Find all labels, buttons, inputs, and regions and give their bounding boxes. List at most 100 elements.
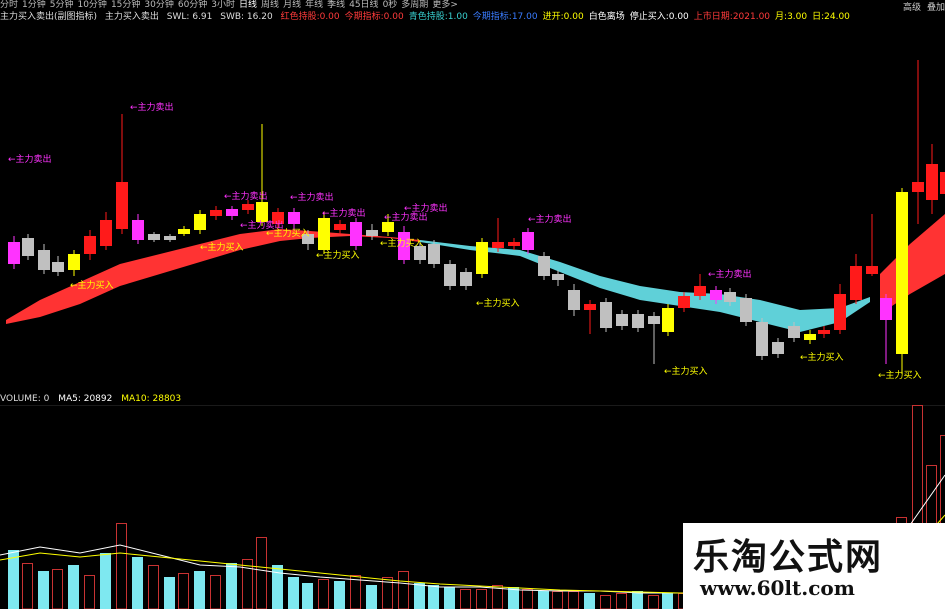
indicator-value: 日:24.00 <box>812 12 850 22</box>
candle <box>460 268 472 290</box>
volume-bar <box>522 589 533 609</box>
indicator-name[interactable]: 主力买入卖出(副图指标) <box>0 12 97 22</box>
volume-bar <box>178 573 189 609</box>
sell-signal-label: ←主力卖出 <box>528 213 572 225</box>
candle-body <box>880 298 892 320</box>
volume-bar <box>8 550 19 609</box>
period-tab[interactable]: 更多> <box>432 0 458 10</box>
candle <box>38 244 50 274</box>
candle-body <box>710 290 722 300</box>
buy-signal-label: ←主力买入 <box>664 365 708 377</box>
candle-body <box>912 182 924 192</box>
buy-signal-label: ←主力买入 <box>878 369 922 381</box>
candle-body <box>662 308 674 332</box>
volume-bar <box>38 571 49 609</box>
candle <box>226 206 238 220</box>
period-tab[interactable]: 1分钟 <box>22 0 46 10</box>
candle <box>132 214 144 244</box>
indicator-value: 停止买入:0.00 <box>629 12 689 22</box>
sell-signal-label: ←主力卖出 <box>290 191 334 203</box>
candle-body <box>818 330 830 334</box>
volume-bar <box>226 563 237 609</box>
candle <box>148 232 160 242</box>
candle-body <box>538 256 550 276</box>
candle-body <box>210 210 222 216</box>
volume-bar <box>584 593 595 609</box>
candle <box>116 114 128 234</box>
candle <box>52 256 64 276</box>
volume-bar <box>132 557 143 609</box>
volume-bar <box>52 569 63 609</box>
volume-label[interactable]: VOLUME: 0 <box>0 394 49 404</box>
volume-bar <box>552 591 563 609</box>
candle-body <box>22 238 34 256</box>
candle-body <box>678 296 690 308</box>
volume-info-bar: VOLUME: 0 MA5: 20892 MA10: 28803 <box>0 393 945 405</box>
sell-signal-label: ←主力卖出 <box>130 101 174 113</box>
period-tab[interactable]: 周线 <box>261 0 279 10</box>
watermark-title: 乐淘公式网 <box>693 536 884 578</box>
candle <box>616 310 628 330</box>
candle-body <box>382 222 394 232</box>
buy-signal-label: ←主力买入 <box>70 279 114 291</box>
candle-body <box>940 172 945 194</box>
indicator-value: 白色离场 <box>588 12 625 22</box>
candle-body <box>242 204 254 210</box>
period-tab[interactable]: 45日线 <box>349 0 378 10</box>
volume-bar <box>100 553 111 609</box>
candle <box>8 236 20 269</box>
buy-signal-label: ←主力买入 <box>200 241 244 253</box>
candle <box>756 318 768 360</box>
volume-bar <box>148 565 159 609</box>
candle-body <box>568 290 580 310</box>
indicator-value: 今期指标:0.00 <box>344 12 404 22</box>
candle <box>68 250 80 276</box>
period-tab[interactable]: 0秒 <box>383 0 398 10</box>
period-tab[interactable]: 日线 <box>239 0 257 10</box>
volume-bar <box>68 565 79 609</box>
candle <box>632 310 644 332</box>
indicator-value: 上市日期:2021.00 <box>693 12 771 22</box>
candle <box>522 228 534 254</box>
candle-body <box>648 316 660 324</box>
volume-bar <box>568 591 579 609</box>
candle <box>772 338 784 358</box>
candle-body <box>632 314 644 328</box>
volume-bar <box>210 575 221 609</box>
volume-bar <box>366 585 377 609</box>
candle <box>428 240 440 268</box>
candle <box>600 298 612 332</box>
period-tab[interactable]: 年线 <box>305 0 323 10</box>
candle <box>538 252 550 280</box>
formula-name[interactable]: 主力买入卖出 <box>105 12 159 22</box>
candle-body <box>492 242 504 248</box>
period-tab[interactable]: 3小时 <box>211 0 235 10</box>
period-tab[interactable]: 10分钟 <box>77 0 106 10</box>
candlestick-chart[interactable]: ←主力卖出 ←主力卖出 ←主力卖出 ←主力卖出 ←主力卖出 ←主力卖出 ←主力卖出 ←主力卖出… <box>0 24 945 392</box>
sell-signal-label: ←主力卖出 <box>708 268 752 280</box>
period-tab[interactable]: 60分钟 <box>178 0 207 10</box>
ma10-label: MA10: 28803 <box>121 394 182 404</box>
period-tab[interactable]: 5分钟 <box>50 0 74 10</box>
period-tab[interactable]: 30分钟 <box>144 0 173 10</box>
indicator-info-bar: 主力买入卖出(副图指标) 主力买入卖出 SWL: 6.91 SWB: 16.20… <box>0 11 945 23</box>
period-tab[interactable]: 分时 <box>0 0 18 10</box>
candle <box>584 300 596 334</box>
candle-body <box>600 302 612 328</box>
indicator-value: 红色持股:0.00 <box>280 12 340 22</box>
period-tab[interactable]: 季线 <box>327 0 345 10</box>
sell-signal-label: ←主力卖出 <box>8 153 52 165</box>
candle <box>288 208 300 230</box>
volume-bar <box>616 593 627 609</box>
period-tab[interactable]: 多周期 <box>401 0 428 10</box>
candle-body <box>804 334 816 340</box>
period-tab[interactable]: 月线 <box>283 0 301 10</box>
volume-bar <box>414 583 425 609</box>
period-tab[interactable]: 15分钟 <box>111 0 140 10</box>
volume-bar <box>318 579 329 609</box>
volume-bar <box>632 591 643 609</box>
candle-body <box>834 294 846 330</box>
candle <box>22 234 34 260</box>
sell-signal-label: ←主力卖出 <box>224 190 268 202</box>
volume-bar <box>334 581 345 609</box>
